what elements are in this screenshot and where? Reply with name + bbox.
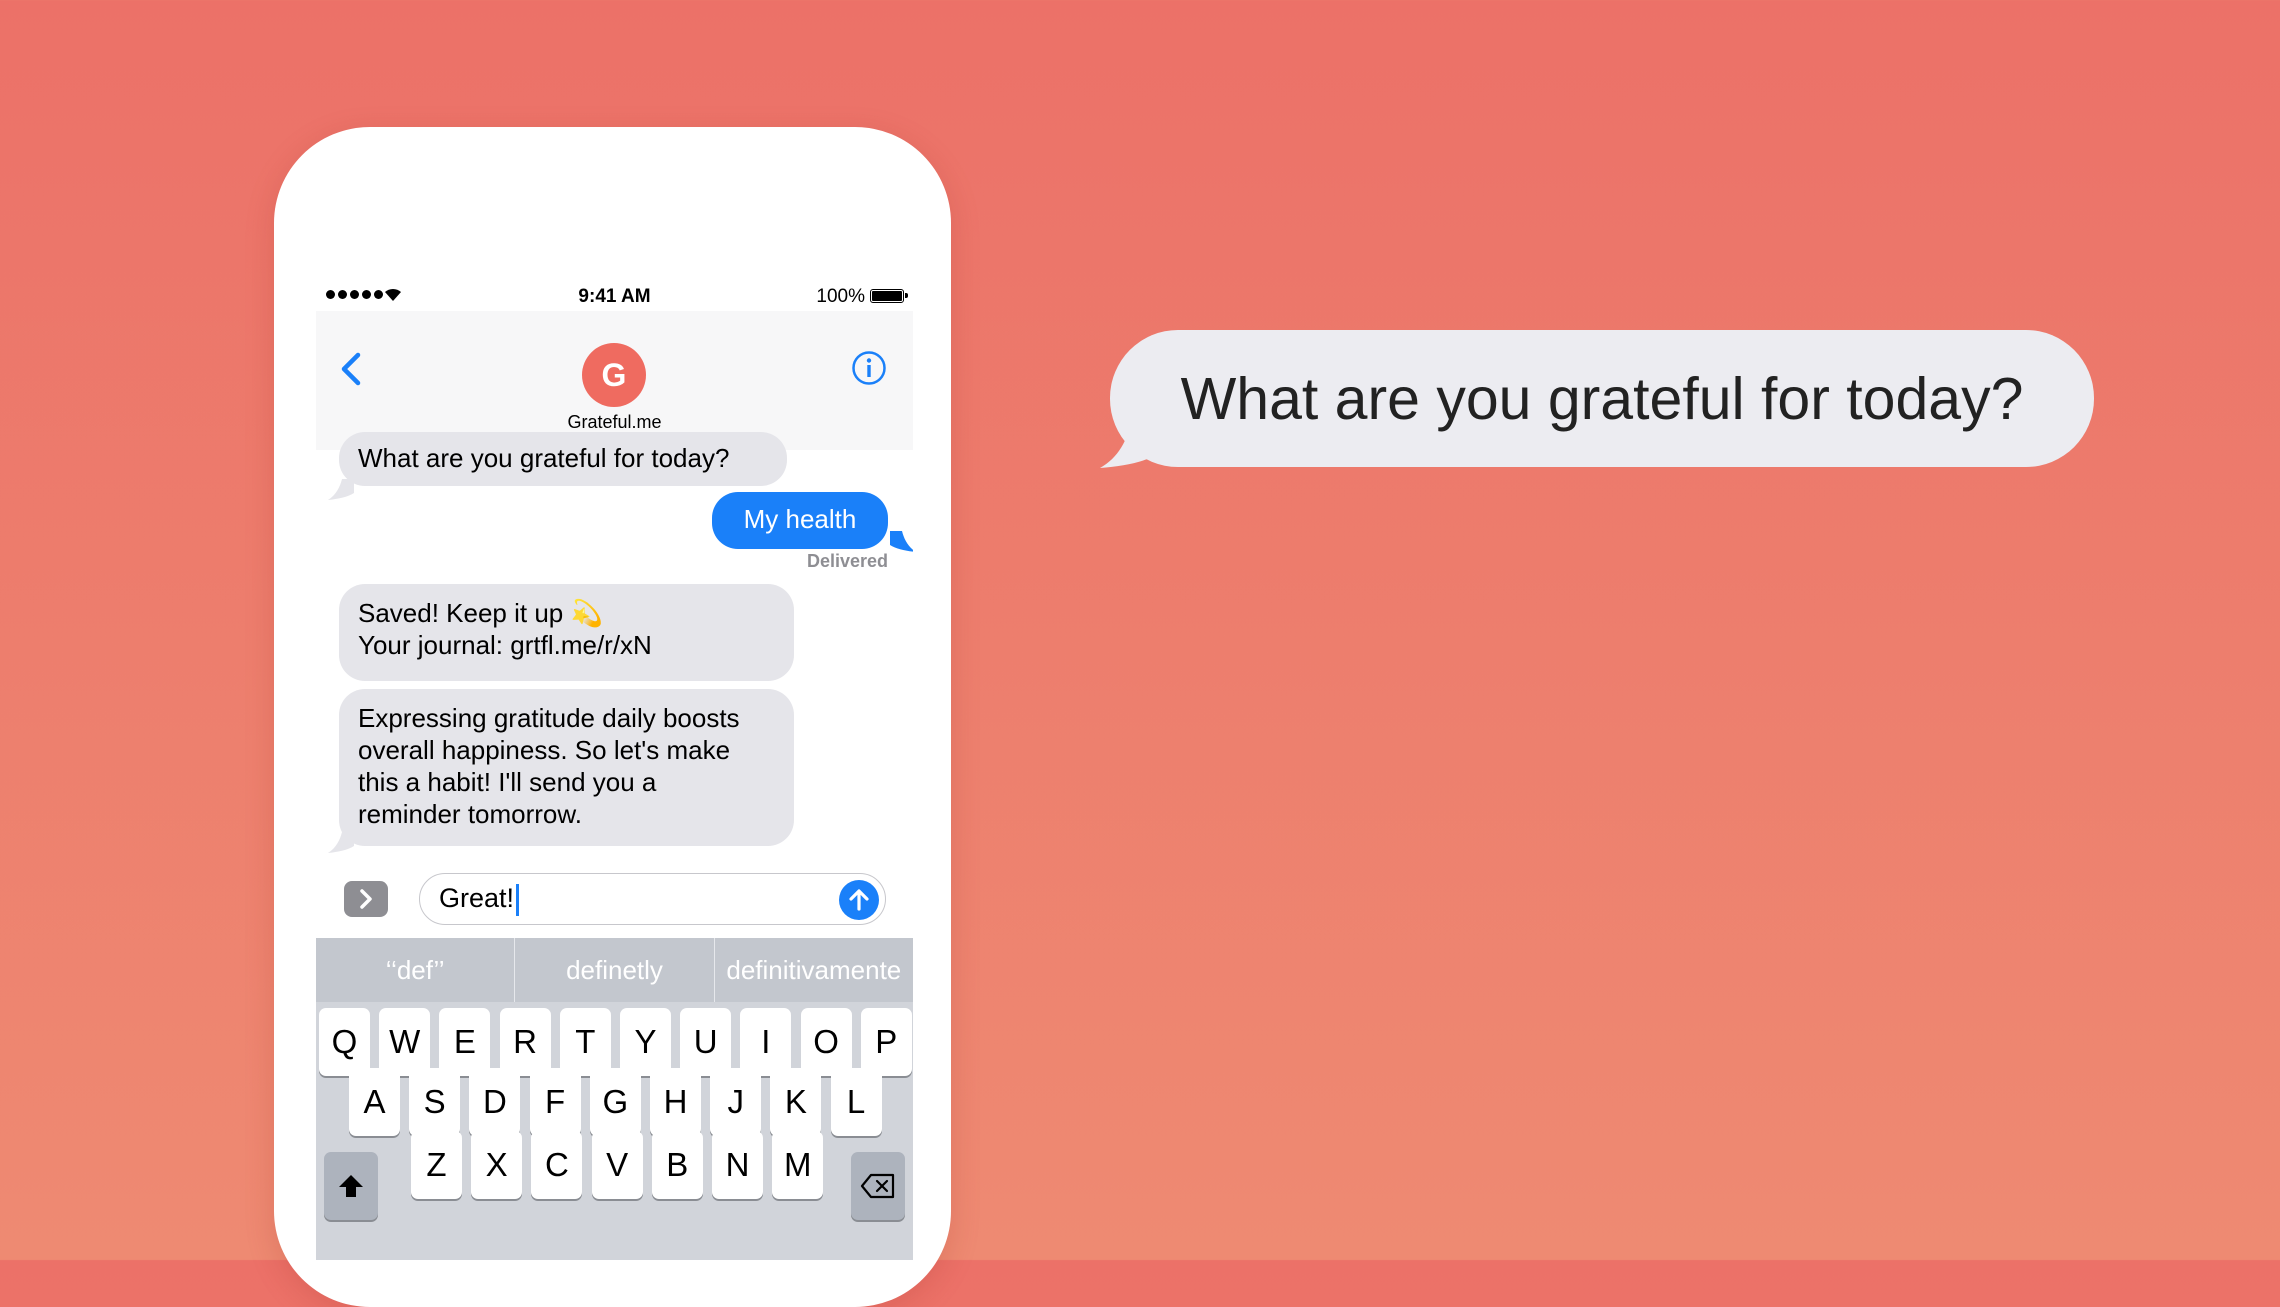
contact-name[interactable]: Grateful.me	[316, 412, 913, 433]
suggestion-item[interactable]: definitivamente	[713, 938, 913, 1002]
bubble-tail	[890, 531, 913, 552]
hero-message-text: What are you grateful for today?	[1180, 365, 2024, 432]
key-i[interactable]: I	[740, 1008, 792, 1076]
key-m[interactable]: M	[772, 1131, 824, 1199]
message-text: this a habit! I'll send you a	[358, 767, 657, 797]
message-bubble-sent: My health	[712, 492, 888, 549]
hero-message-bubble: What are you grateful for today?	[1110, 330, 2094, 467]
message-bubble-received: Saved! Keep it up 💫 Your journal: grtfl.…	[339, 584, 794, 681]
message-bubble-received: What are you grateful for today?	[339, 432, 787, 486]
key-e[interactable]: E	[439, 1008, 491, 1076]
key-n[interactable]: N	[712, 1131, 763, 1199]
key-d[interactable]: D	[469, 1068, 521, 1136]
key-w[interactable]: W	[379, 1008, 431, 1076]
key-k[interactable]: K	[770, 1068, 822, 1136]
backspace-key[interactable]	[851, 1152, 905, 1220]
key-p[interactable]: P	[860, 1008, 912, 1076]
key-u[interactable]: U	[680, 1008, 732, 1076]
conversation-header: G Grateful.me	[316, 311, 913, 450]
app-drawer-icon	[360, 889, 372, 909]
message-text: overall happiness. So let's make	[358, 735, 731, 765]
key-t[interactable]: T	[559, 1008, 611, 1076]
back-chevron-icon[interactable]	[334, 347, 370, 391]
shift-icon	[339, 1175, 363, 1197]
key-a[interactable]: A	[349, 1068, 400, 1136]
send-arrow-icon	[849, 889, 869, 911]
predictive-text-bar: ‘‘def’’ definetly definitivamente	[316, 938, 913, 1002]
send-button[interactable]	[839, 880, 879, 920]
key-h[interactable]: H	[650, 1068, 701, 1136]
suggestion-item[interactable]: ‘‘def’’	[316, 938, 514, 1002]
phone-screen: 9:41 AM 100% G Grateful.me What are you …	[316, 281, 913, 1260]
key-j[interactable]: J	[710, 1068, 762, 1136]
bubble-tail	[328, 479, 354, 500]
message-text: My health	[743, 504, 857, 534]
shift-key[interactable]	[324, 1152, 378, 1220]
app-drawer-button[interactable]	[344, 881, 388, 917]
text-caret	[516, 883, 520, 916]
delivered-label: Delivered	[806, 551, 888, 571]
key-g[interactable]: G	[589, 1068, 641, 1136]
contact-avatar[interactable]: G	[582, 343, 646, 407]
message-text: Expressing gratitude daily boosts	[358, 703, 740, 733]
message-text: Saved! Keep it up 💫	[358, 598, 603, 628]
key-y[interactable]: Y	[620, 1008, 671, 1076]
battery-percent: 100%	[816, 286, 865, 307]
key-o[interactable]: O	[800, 1008, 852, 1076]
key-r[interactable]: R	[499, 1008, 551, 1076]
backspace-icon	[860, 1173, 895, 1199]
key-v[interactable]: V	[591, 1131, 643, 1199]
key-f[interactable]: F	[529, 1068, 581, 1136]
message-bubble-received: Expressing gratitude daily boosts overal…	[339, 689, 794, 846]
suggestion-item[interactable]: definetly	[514, 938, 713, 1002]
keyboard: QWERTYUIOP ASDFGHJKL ZXCVBNM	[316, 1002, 913, 1260]
status-bar: 9:41 AM 100%	[316, 281, 913, 311]
key-l[interactable]: L	[830, 1068, 882, 1136]
key-c[interactable]: C	[531, 1131, 583, 1199]
key-z[interactable]: Z	[411, 1131, 462, 1199]
info-icon[interactable]	[851, 350, 887, 386]
message-text: reminder tomorrow.	[358, 799, 582, 829]
key-s[interactable]: S	[409, 1068, 461, 1136]
message-input[interactable]: Great!	[419, 873, 886, 925]
message-text: Your journal: grtfl.me/r/xN	[358, 630, 652, 660]
battery-icon	[870, 289, 908, 303]
message-input-value: Great!	[439, 883, 515, 913]
key-b[interactable]: B	[651, 1131, 703, 1199]
key-q[interactable]: Q	[319, 1008, 370, 1076]
key-x[interactable]: X	[471, 1131, 523, 1199]
message-text: What are you grateful for today?	[358, 443, 730, 473]
